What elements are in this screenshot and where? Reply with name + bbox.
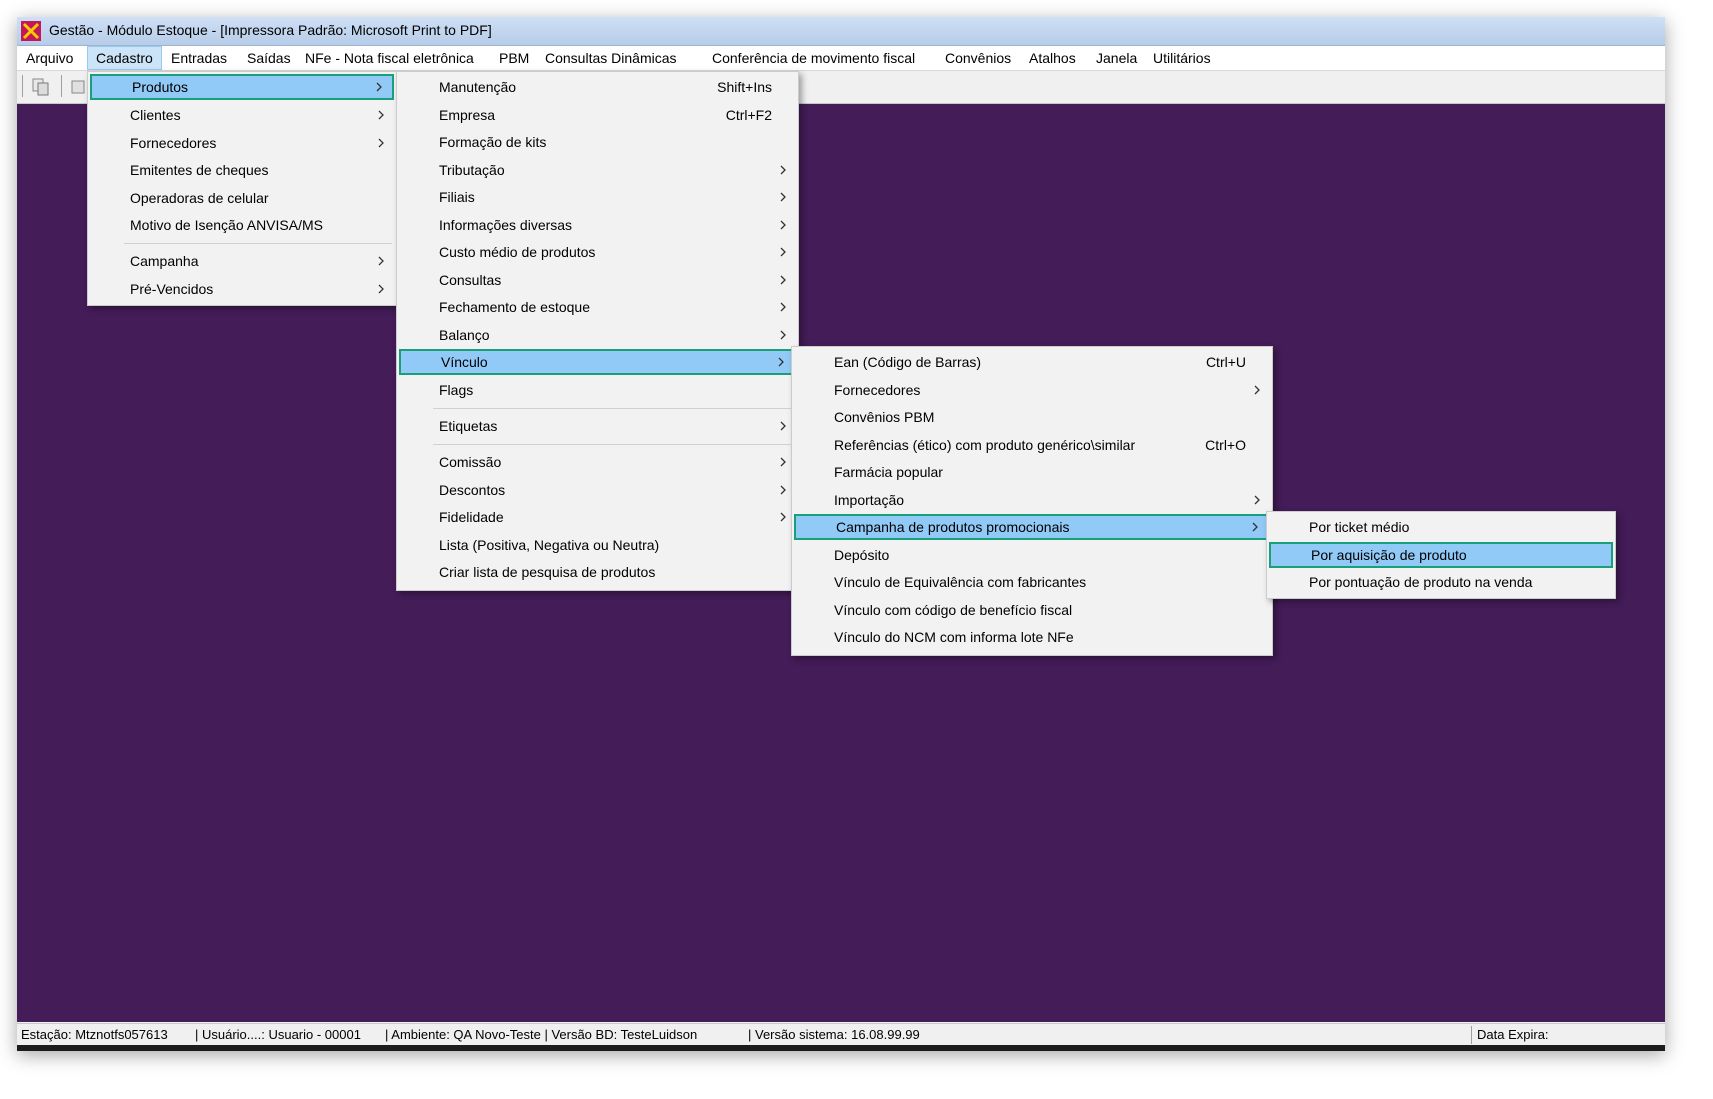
chevron-right-icon bbox=[778, 294, 790, 320]
menu-item-emitentes[interactable]: Emitentes de cheques bbox=[90, 157, 394, 183]
menu-item-campanha-promocionais[interactable]: Campanha de produtos promocionais bbox=[794, 514, 1270, 540]
status-usuario: | Usuário....: Usuario - 00001 bbox=[195, 1027, 361, 1042]
menu-item-clientes[interactable]: Clientes bbox=[90, 102, 394, 128]
chevron-right-icon bbox=[374, 76, 386, 98]
menu-convenios[interactable]: Convênios bbox=[937, 46, 1019, 70]
chevron-right-icon bbox=[778, 449, 790, 475]
menu-consultas[interactable]: Consultas Dinâmicas bbox=[537, 46, 685, 70]
menu-item-lista[interactable]: Lista (Positiva, Negativa ou Neutra) bbox=[399, 532, 796, 558]
tool-icon[interactable] bbox=[69, 77, 89, 97]
chevron-right-icon bbox=[778, 504, 790, 530]
menu-item-beneficio-fiscal[interactable]: Vínculo com código de benefício fiscal bbox=[794, 597, 1270, 623]
menu-item-referencias[interactable]: Referências (ético) com produto genérico… bbox=[794, 432, 1270, 458]
menu-cadastro[interactable]: Cadastro bbox=[87, 46, 162, 70]
menu-item-fechamento-estoque[interactable]: Fechamento de estoque bbox=[399, 294, 796, 320]
menu-item-motivo-isencao[interactable]: Motivo de Isenção ANVISA/MS bbox=[90, 212, 394, 238]
menu-item-produtos[interactable]: Produtos bbox=[90, 74, 394, 100]
menu-item-fidelidade[interactable]: Fidelidade bbox=[399, 504, 796, 530]
menu-item-ean[interactable]: Ean (Código de Barras) Ctrl+U bbox=[794, 349, 1270, 375]
menu-item-flags[interactable]: Flags bbox=[399, 377, 796, 403]
menu-produtos-submenu: Manutenção Shift+Ins Empresa Ctrl+F2 For… bbox=[396, 71, 799, 591]
chevron-right-icon bbox=[376, 248, 388, 274]
status-data-expira: Data Expira: bbox=[1477, 1027, 1549, 1042]
menu-utilitarios[interactable]: Utilitários bbox=[1145, 46, 1219, 70]
x-logo-icon bbox=[21, 21, 41, 41]
menu-item-ncm-lote[interactable]: Vínculo do NCM com informa lote NFe bbox=[794, 624, 1270, 650]
menu-item-campanha[interactable]: Campanha bbox=[90, 248, 394, 274]
menu-item-pre-vencidos[interactable]: Pré-Vencidos bbox=[90, 276, 394, 302]
menu-separator bbox=[433, 408, 794, 409]
menu-item-importacao[interactable]: Importação bbox=[794, 487, 1270, 513]
menu-item-ticket-medio[interactable]: Por ticket médio bbox=[1269, 514, 1613, 540]
chevron-right-icon bbox=[778, 212, 790, 238]
menu-item-criar-lista[interactable]: Criar lista de pesquisa de produtos bbox=[399, 559, 796, 585]
title-bar: Gestão - Módulo Estoque - [Impressora Pa… bbox=[17, 17, 1665, 46]
menu-item-empresa[interactable]: Empresa Ctrl+F2 bbox=[399, 102, 796, 128]
menu-bar: Arquivo Cadastro Entradas Saídas NFe - N… bbox=[17, 46, 1665, 71]
window-bottom-edge bbox=[17, 1045, 1665, 1051]
menu-item-operadoras[interactable]: Operadoras de celular bbox=[90, 185, 394, 211]
menu-item-pontuacao-produto[interactable]: Por pontuação de produto na venda bbox=[1269, 569, 1613, 595]
menu-item-informacoes-diversas[interactable]: Informações diversas bbox=[399, 212, 796, 238]
window-title: Gestão - Módulo Estoque - [Impressora Pa… bbox=[49, 22, 492, 38]
status-ambiente: | Ambiente: QA Novo-Teste | Versão BD: T… bbox=[385, 1027, 698, 1042]
shortcut-label: Ctrl+O bbox=[1205, 437, 1246, 453]
menu-item-aquisicao-produto[interactable]: Por aquisição de produto bbox=[1269, 542, 1613, 568]
menu-separator bbox=[433, 444, 794, 445]
chevron-right-icon bbox=[376, 276, 388, 302]
menu-saidas[interactable]: Saídas bbox=[239, 46, 299, 70]
chevron-right-icon bbox=[778, 477, 790, 503]
menu-item-farmacia-popular[interactable]: Farmácia popular bbox=[794, 459, 1270, 485]
chevron-right-icon bbox=[778, 184, 790, 210]
chevron-right-icon bbox=[778, 267, 790, 293]
status-estacao: Estação: Mtznotfs057613 bbox=[21, 1027, 168, 1042]
menu-item-formacao-kits[interactable]: Formação de kits bbox=[399, 129, 796, 155]
menu-cadastro-dropdown: Produtos Clientes Fornecedores Emitentes… bbox=[87, 71, 397, 306]
shortcut-label: Ctrl+U bbox=[1205, 354, 1246, 370]
menu-item-comissao[interactable]: Comissão bbox=[399, 449, 796, 475]
chevron-right-icon bbox=[778, 322, 790, 348]
toolbar-separator bbox=[22, 75, 23, 97]
menu-item-descontos[interactable]: Descontos bbox=[399, 477, 796, 503]
menu-entradas[interactable]: Entradas bbox=[163, 46, 235, 70]
menu-pbm[interactable]: PBM bbox=[491, 46, 537, 70]
toolbar-separator bbox=[61, 75, 62, 97]
chevron-right-icon bbox=[376, 130, 388, 156]
menu-item-balanco[interactable]: Balanço bbox=[399, 322, 796, 348]
menu-separator bbox=[124, 243, 392, 244]
menu-arquivo[interactable]: Arquivo bbox=[18, 46, 81, 70]
menu-item-equivalencia[interactable]: Vínculo de Equivalência com fabricantes bbox=[794, 569, 1270, 595]
chevron-right-icon bbox=[776, 351, 788, 373]
chevron-right-icon bbox=[1250, 516, 1262, 538]
shortcut-label: Ctrl+F2 bbox=[725, 107, 772, 123]
menu-item-consultas[interactable]: Consultas bbox=[399, 267, 796, 293]
status-bar: Estação: Mtznotfs057613 | Usuário....: U… bbox=[17, 1023, 1665, 1046]
menu-conferencia[interactable]: Conferência de movimento fiscal bbox=[704, 46, 923, 70]
menu-item-tributacao[interactable]: Tributação bbox=[399, 157, 796, 183]
menu-item-filiais[interactable]: Filiais bbox=[399, 184, 796, 210]
menu-campanha-submenu: Por ticket médio Por aquisição de produt… bbox=[1266, 511, 1616, 599]
status-divider bbox=[1471, 1026, 1472, 1044]
menu-item-custo-medio[interactable]: Custo médio de produtos bbox=[399, 239, 796, 265]
menu-nfe[interactable]: NFe - Nota fiscal eletrônica bbox=[297, 46, 482, 70]
menu-item-convenios-pbm[interactable]: Convênios PBM bbox=[794, 404, 1270, 430]
menu-item-fornecedores[interactable]: Fornecedores bbox=[90, 130, 394, 156]
chevron-right-icon bbox=[376, 102, 388, 128]
status-versao: | Versão sistema: 16.08.99.99 bbox=[748, 1027, 920, 1042]
chevron-right-icon bbox=[778, 157, 790, 183]
menu-item-fornecedores[interactable]: Fornecedores bbox=[794, 377, 1270, 403]
chevron-right-icon bbox=[778, 239, 790, 265]
menu-item-etiquetas[interactable]: Etiquetas bbox=[399, 413, 796, 439]
chevron-right-icon bbox=[1252, 487, 1264, 513]
menu-vinculo-submenu: Ean (Código de Barras) Ctrl+U Fornecedor… bbox=[791, 346, 1273, 656]
menu-atalhos[interactable]: Atalhos bbox=[1021, 46, 1084, 70]
chevron-right-icon bbox=[778, 413, 790, 439]
chevron-right-icon bbox=[1252, 377, 1264, 403]
shortcut-label: Shift+Ins bbox=[717, 79, 772, 95]
copy-icon[interactable] bbox=[31, 77, 51, 97]
menu-janela[interactable]: Janela bbox=[1088, 46, 1145, 70]
menu-item-manutencao[interactable]: Manutenção Shift+Ins bbox=[399, 74, 796, 100]
menu-item-vinculo[interactable]: Vínculo bbox=[399, 349, 796, 375]
menu-item-deposito[interactable]: Depósito bbox=[794, 542, 1270, 568]
